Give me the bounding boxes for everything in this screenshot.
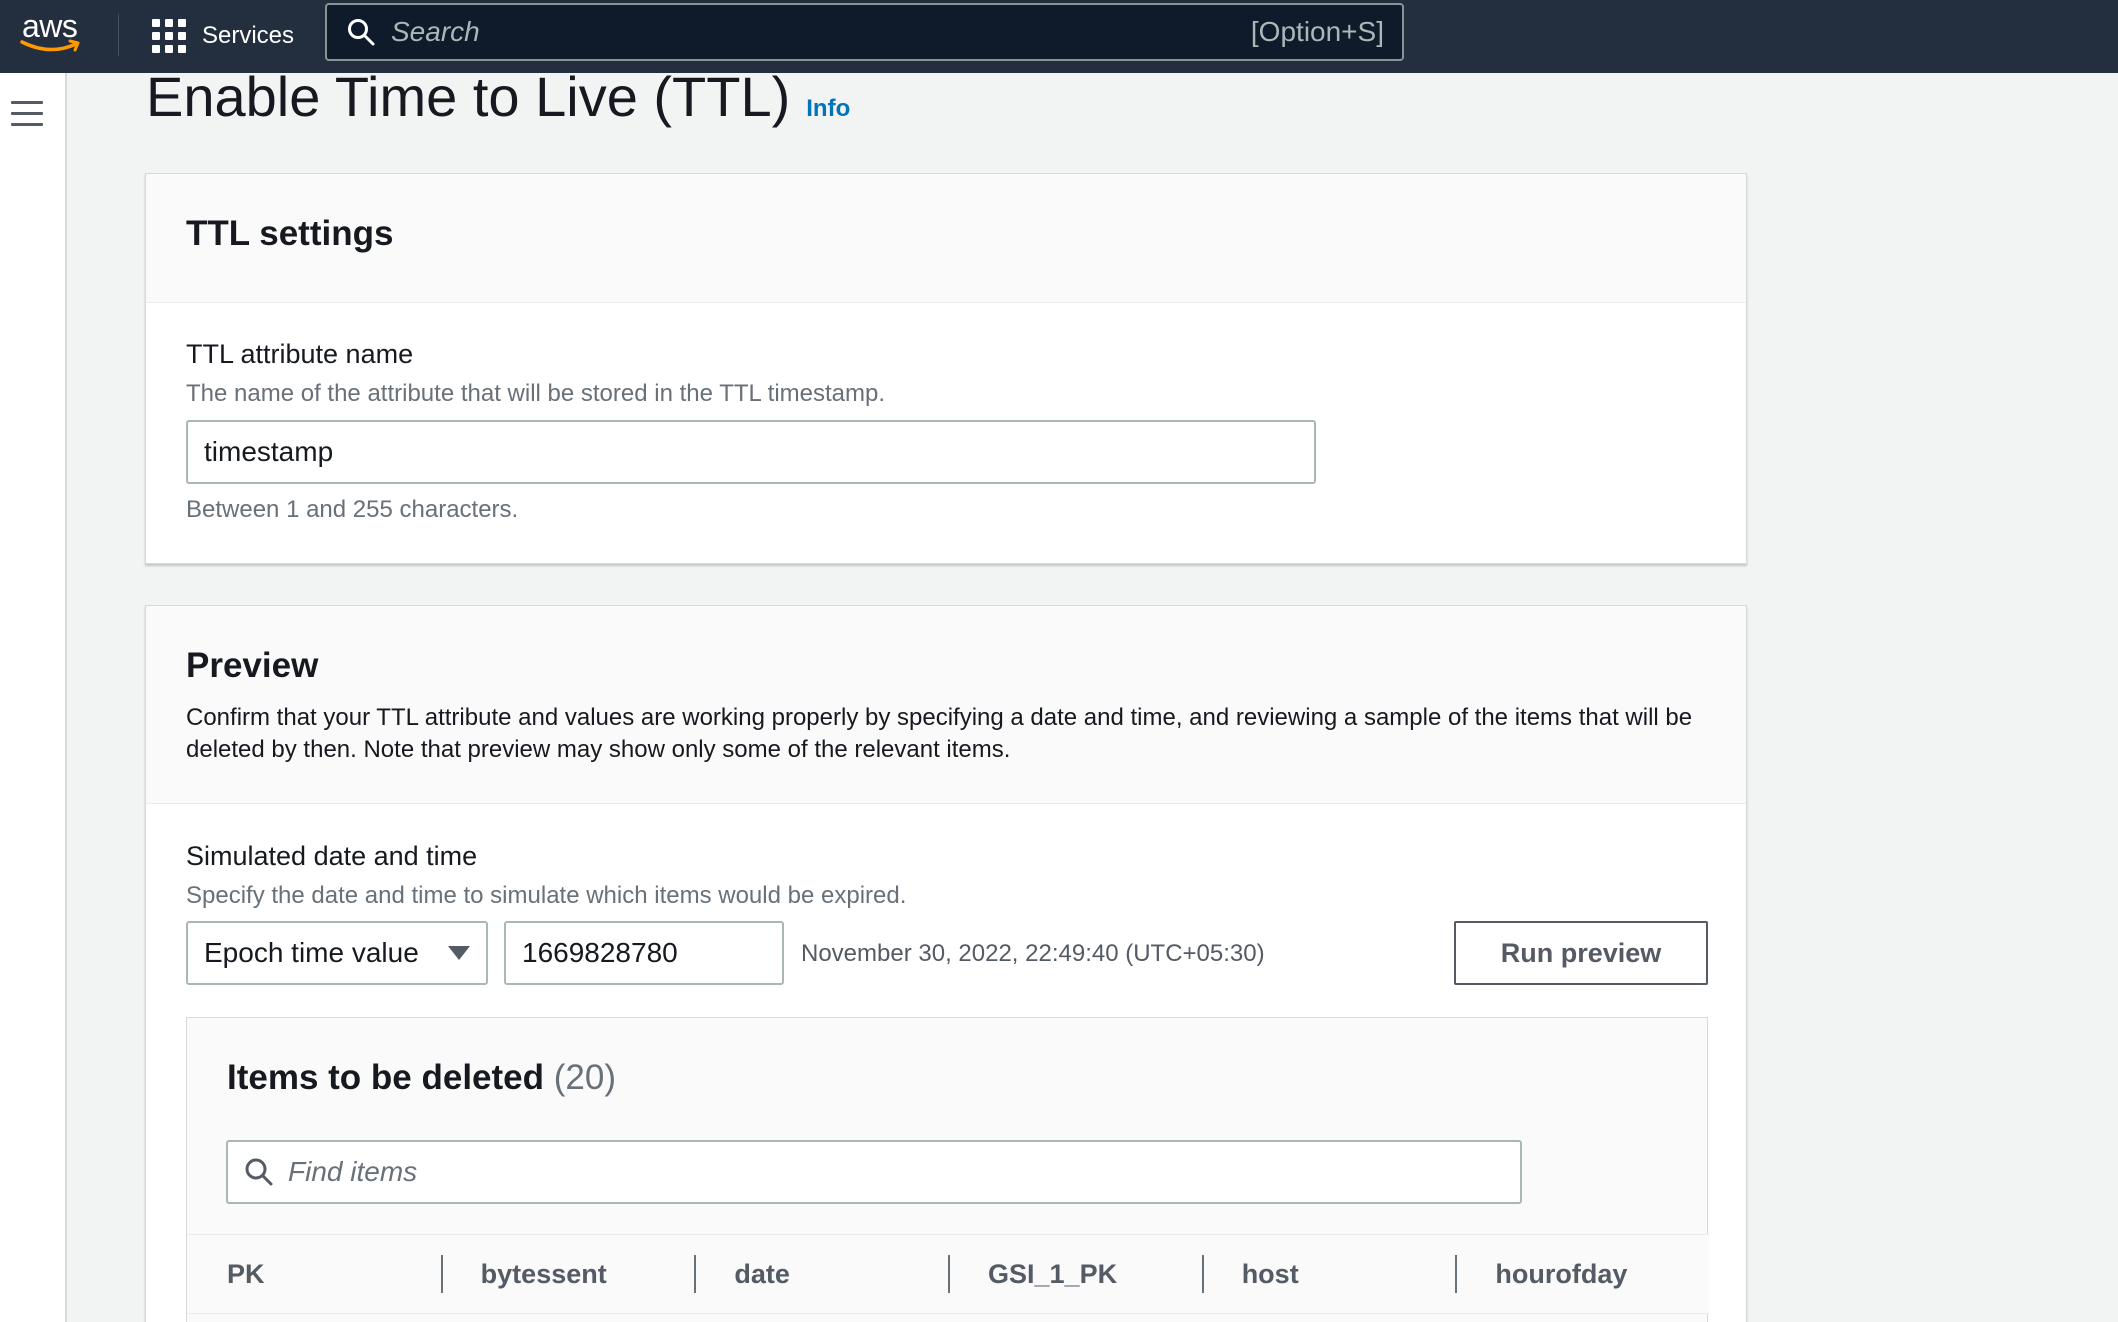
ttl-attribute-label: TTL attribute name [186, 339, 414, 369]
time-format-selected-value: Epoch time value [204, 937, 419, 968]
column-header-hourofday[interactable]: hourofday [1455, 1235, 1709, 1313]
info-link[interactable]: Info [806, 95, 850, 123]
simulated-datetime-description: Specify the date and time to simulate wh… [186, 882, 907, 909]
preview-heading: Preview [186, 646, 319, 685]
preview-header: Preview Confirm that your TTL attribute … [146, 606, 1746, 804]
ttl-settings-panel: TTL settings TTL attribute name The name… [145, 173, 1747, 564]
simulated-datetime-field: Simulated date and time Specify the date… [186, 841, 906, 910]
ttl-settings-heading: TTL settings [186, 214, 394, 253]
page-title-row: Enable Time to Live (TTL) Info [146, 62, 850, 132]
services-menu-button[interactable]: Services [152, 16, 294, 56]
ttl-attribute-name-input[interactable] [186, 420, 1316, 484]
items-title-text: Items to be deleted [227, 1058, 545, 1097]
aws-logo[interactable]: aws [20, 8, 90, 58]
run-preview-button[interactable]: Run preview [1454, 921, 1708, 985]
topbar-divider [118, 14, 119, 56]
search-shortcut-hint: [Option+S] [1250, 16, 1384, 47]
find-items-search[interactable] [226, 1140, 1522, 1204]
time-format-select[interactable]: Epoch time value [186, 921, 488, 985]
simulated-datetime-label: Simulated date and time [186, 841, 478, 871]
find-items-input[interactable] [288, 1156, 1520, 1188]
search-icon [245, 1158, 273, 1186]
global-search-bar[interactable]: [Option+S] [325, 3, 1404, 61]
search-icon [348, 19, 375, 46]
preview-description: Confirm that your TTL attribute and valu… [186, 704, 1693, 763]
preview-panel: Preview Confirm that your TTL attribute … [145, 605, 1747, 1322]
epoch-time-input[interactable] [504, 921, 784, 985]
items-table-header: PK bytessent date GSI_1_PK host hourofda… [187, 1234, 1709, 1314]
ttl-attribute-constraint: Between 1 and 255 characters. [186, 496, 519, 523]
ttl-attribute-description: The name of the attribute that will be s… [186, 380, 886, 407]
column-header-date[interactable]: date [694, 1235, 948, 1313]
column-header-host[interactable]: host [1201, 1235, 1456, 1313]
services-grid-icon [152, 19, 186, 53]
column-header-bytessent[interactable]: bytessent [440, 1235, 695, 1313]
ttl-settings-header: TTL settings [146, 174, 1746, 303]
column-header-gsi-1-pk[interactable]: GSI_1_PK [948, 1235, 1202, 1313]
global-search-input[interactable] [391, 16, 1251, 48]
page-title: Enable Time to Live (TTL) [146, 65, 791, 128]
column-header-pk[interactable]: PK [187, 1235, 441, 1313]
ttl-attribute-field: TTL attribute name The name of the attri… [186, 339, 885, 408]
left-navigation-rail [0, 73, 67, 1322]
aws-smile-icon [20, 39, 80, 52]
converted-datetime-text: November 30, 2022, 22:49:40 (UTC+05:30) [801, 940, 1265, 967]
services-label: Services [202, 22, 295, 49]
items-title: Items to be deleted (20) [227, 1058, 616, 1098]
caret-down-icon [448, 946, 470, 960]
items-count: (20) [553, 1058, 617, 1097]
items-to-be-deleted-container: Items to be deleted (20) PK bytessent da… [186, 1017, 1709, 1322]
hamburger-menu-icon[interactable] [11, 101, 43, 127]
